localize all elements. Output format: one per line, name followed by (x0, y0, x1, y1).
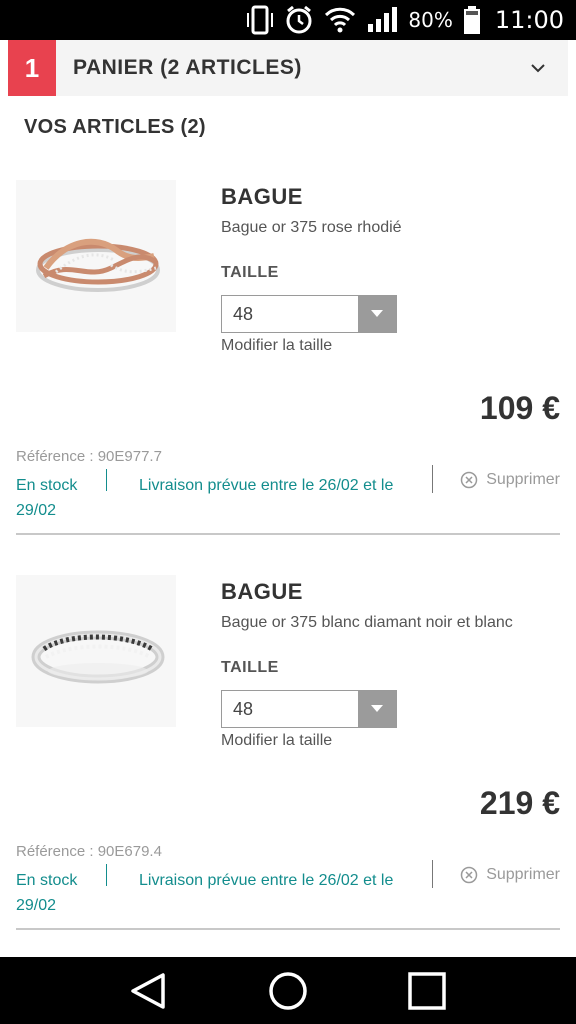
size-value: 48 (233, 699, 254, 719)
product-name[interactable]: BAGUE (221, 579, 303, 605)
close-circle-icon (460, 866, 478, 884)
cart-item: BAGUE Bague or 375 blanc diamant noir et… (16, 575, 560, 935)
wifi-icon (325, 7, 356, 33)
delete-button[interactable]: Supprimer (460, 471, 560, 489)
product-reference: Référence : 90E679.4 (16, 843, 162, 860)
divider (106, 469, 107, 491)
alarm-icon (286, 5, 312, 34)
delivery-estimate-end: 29/02 (16, 897, 57, 914)
delete-button[interactable]: Supprimer (460, 866, 560, 884)
delivery-estimate: Livraison prévue entre le 26/02 et le (139, 477, 394, 494)
size-value: 48 (233, 304, 254, 324)
delete-label: Supprimer (486, 471, 560, 488)
status-bar: 80% 11:00 (0, 0, 576, 40)
step-number: 1 (8, 40, 56, 96)
size-select[interactable]: 48 (221, 690, 397, 728)
ring-image (31, 630, 165, 684)
dropdown-arrow-icon[interactable] (358, 296, 396, 332)
item-separator (16, 533, 560, 535)
android-nav-bar (0, 957, 576, 1024)
delivery-estimate-end: 29/02 (16, 502, 57, 519)
size-label: TAILLE (221, 264, 279, 281)
home-icon[interactable] (267, 970, 309, 1012)
clock: 11:00 (494, 6, 564, 34)
recents-icon[interactable] (407, 971, 447, 1011)
size-label: TAILLE (221, 659, 279, 676)
battery-icon (463, 6, 480, 34)
divider (432, 860, 433, 888)
product-image[interactable] (16, 180, 176, 332)
ring-image (36, 238, 160, 292)
divider (432, 465, 433, 493)
modify-size-link[interactable]: Modifier la taille (221, 732, 332, 750)
product-price: 219 € (479, 785, 560, 821)
section-title: VOS ARTICLES (2) (24, 116, 206, 138)
product-name[interactable]: BAGUE (221, 184, 303, 210)
product-price: 109 € (479, 390, 560, 426)
chevron-down-icon[interactable] (526, 63, 550, 73)
stock-status: En stock (16, 477, 78, 494)
vibrate-icon (247, 5, 274, 35)
close-circle-icon (460, 471, 478, 489)
delete-label: Supprimer (486, 866, 560, 883)
divider (106, 864, 107, 886)
back-icon[interactable] (129, 971, 169, 1011)
product-description: Bague or 375 blanc diamant noir et blanc (221, 614, 513, 631)
cart-step-header[interactable]: 1 PANIER (2 ARTICLES) (8, 40, 568, 96)
battery-percent: 80% (408, 8, 453, 32)
delivery-estimate: Livraison prévue entre le 26/02 et le (139, 872, 394, 889)
product-image[interactable] (16, 575, 176, 727)
modify-size-link[interactable]: Modifier la taille (221, 337, 332, 355)
step-title: PANIER (2 ARTICLES) (73, 56, 302, 79)
size-select[interactable]: 48 (221, 295, 397, 333)
product-description: Bague or 375 rose rhodié (221, 219, 402, 236)
product-reference: Référence : 90E977.7 (16, 448, 162, 465)
dropdown-arrow-icon[interactable] (358, 691, 396, 727)
cart-item: BAGUE Bague or 375 rose rhodié TAILLE 48… (16, 180, 560, 540)
stock-status: En stock (16, 872, 78, 889)
item-separator (16, 928, 560, 930)
signal-icon (368, 7, 398, 32)
